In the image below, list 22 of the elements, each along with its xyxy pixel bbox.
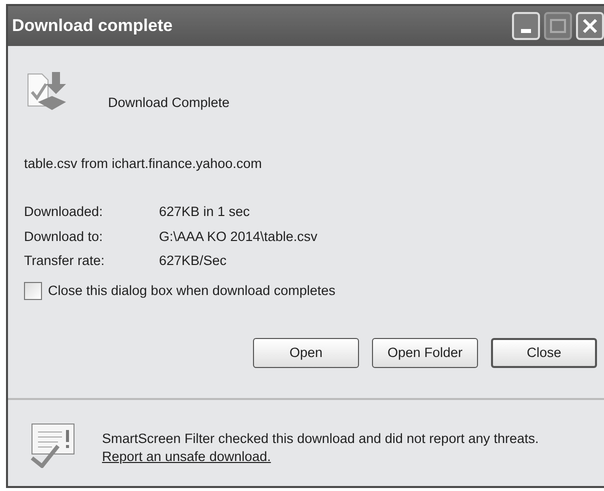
minimize-icon	[521, 29, 531, 33]
close-button[interactable]	[576, 12, 604, 40]
detail-label: Downloaded:	[24, 203, 104, 222]
smartscreen-message: SmartScreen Filter checked this download and did not report any threats. Report an unsafe download.	[102, 430, 540, 466]
close-icon	[582, 18, 598, 34]
checkbox[interactable]	[24, 282, 42, 300]
detail-label: Transfer rate:	[24, 252, 106, 270]
detail-label: Download to:	[24, 228, 104, 246]
maximize-icon	[550, 19, 566, 33]
dialog-button[interactable]: Open Folder	[372, 338, 478, 368]
dialog-heading: Download Complete	[108, 94, 230, 112]
source-text: table.csv from ichart.finance.yahoo.com	[24, 155, 262, 173]
dialog-button[interactable]: Close	[491, 338, 597, 368]
minimize-button[interactable]	[512, 12, 540, 40]
dialog-button[interactable]: Open	[253, 338, 359, 368]
detail-value: 627KB/Sec	[159, 252, 228, 270]
window-title: Download complete	[12, 15, 174, 38]
detail-value: 627KB in 1 sec	[159, 203, 251, 222]
checkbox-label: Close this dialog box when download completes	[48, 282, 336, 300]
detail-value: G:\AAA KO 2014\table.csv	[159, 228, 318, 246]
report-link[interactable]: Report an unsafe download.	[102, 449, 271, 464]
smartscreen-icon	[30, 422, 76, 468]
